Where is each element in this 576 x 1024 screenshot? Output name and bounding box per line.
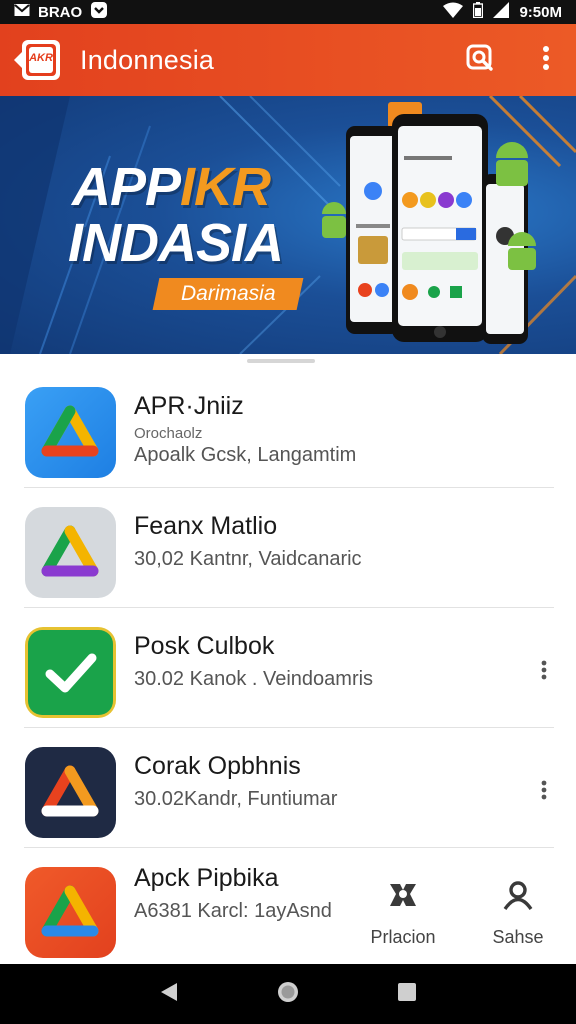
banner-title-app: APP — [72, 157, 181, 217]
item-more-button[interactable] — [532, 660, 556, 684]
banner-title-line2: INDASIA — [68, 213, 284, 273]
triangle-logo-icon — [41, 765, 99, 817]
nav-home-button[interactable] — [268, 974, 308, 1014]
app-logo: AKR — [12, 37, 62, 83]
app-meta: 30.02Kandr, Funtiumar — [134, 788, 338, 810]
app-icon — [25, 747, 116, 838]
person-icon — [502, 880, 534, 915]
home-icon — [276, 980, 300, 1009]
app-meta: 30.02 Kanok . Veindoamris — [134, 668, 374, 690]
mail-icon — [14, 3, 30, 21]
app-name: Posk Culbok — [134, 632, 275, 660]
app-bar: AKR Indonnesia — [0, 24, 576, 96]
notification-icon — [90, 1, 108, 23]
banner-badge: Darimasia — [152, 278, 304, 310]
nav-back-button[interactable] — [149, 974, 189, 1014]
app-title: Indonnesia — [80, 44, 215, 75]
list-item[interactable]: APR·Jniiz Orochaolz Apoalk Gcsk, Langamt… — [0, 368, 576, 488]
banner-title-line1: APPIKR — [72, 156, 271, 218]
promo-banner[interactable]: APPIKR INDASIA Darimasia — [0, 96, 576, 354]
app-icon — [25, 867, 116, 958]
battery-icon — [473, 2, 484, 22]
bottom-action-label: Prlacion — [370, 927, 436, 947]
checkmark-icon — [28, 630, 113, 715]
recents-icon — [397, 982, 417, 1007]
phones-illustration — [322, 102, 536, 344]
overflow-menu-button[interactable] — [532, 45, 560, 76]
banner-title-ikr: IKR — [180, 157, 271, 217]
nav-recents-button[interactable] — [387, 974, 427, 1014]
app-name: Corak Opbhnis — [134, 752, 301, 780]
back-icon — [159, 981, 179, 1008]
bottom-action-sahse[interactable]: Sahse — [473, 880, 563, 950]
app-icon — [25, 627, 116, 718]
search-icon — [466, 44, 494, 77]
wifi-icon — [443, 2, 464, 22]
app-subtitle: Orochaolz — [134, 425, 203, 442]
triangle-logo-icon — [41, 525, 99, 577]
app-name: APR·Jniiz — [134, 392, 244, 420]
app-name: Apck Pipbika — [134, 864, 279, 892]
signal-icon — [493, 2, 510, 22]
sheet-handle[interactable] — [247, 359, 315, 363]
status-time: 9:50M — [519, 3, 562, 21]
app-icon — [25, 387, 116, 478]
search-button[interactable] — [466, 44, 494, 77]
status-text: BRAO — [38, 3, 83, 21]
app-meta: A6381 Karcl: 1ayAsnd — [134, 900, 332, 922]
banner-badge-text: Darimasia — [180, 282, 276, 305]
app-icon — [25, 507, 116, 598]
more-vert-icon — [541, 660, 547, 685]
list-item[interactable]: Corak Opbhnis 30.02Kandr, Funtiumar — [0, 728, 576, 848]
app-meta: Apoalk Gcsk, Langamtim — [134, 444, 357, 466]
app-meta: 30,02 Kantnr, Vaidcanaric — [134, 548, 362, 570]
list-item[interactable]: Posk Culbok 30.02 Kanok . Veindoamris — [0, 608, 576, 728]
logo-text: AKR — [29, 52, 53, 64]
bottom-action-prlacion[interactable]: Prlacion — [358, 880, 448, 950]
system-nav-bar — [0, 964, 576, 1024]
list-item[interactable]: Feanx Matlio 30,02 Kantnr, Vaidcanaric — [0, 488, 576, 608]
more-vert-icon — [541, 780, 547, 805]
puzzle-icon — [386, 880, 420, 915]
app-name: Feanx Matlio — [134, 512, 278, 540]
bottom-action-label: Sahse — [492, 927, 544, 947]
triangle-logo-icon — [41, 885, 99, 937]
more-vert-icon — [542, 45, 550, 76]
item-more-button[interactable] — [532, 780, 556, 804]
status-bar: BRAO 9:50M — [0, 0, 576, 24]
triangle-logo-icon — [41, 405, 99, 457]
